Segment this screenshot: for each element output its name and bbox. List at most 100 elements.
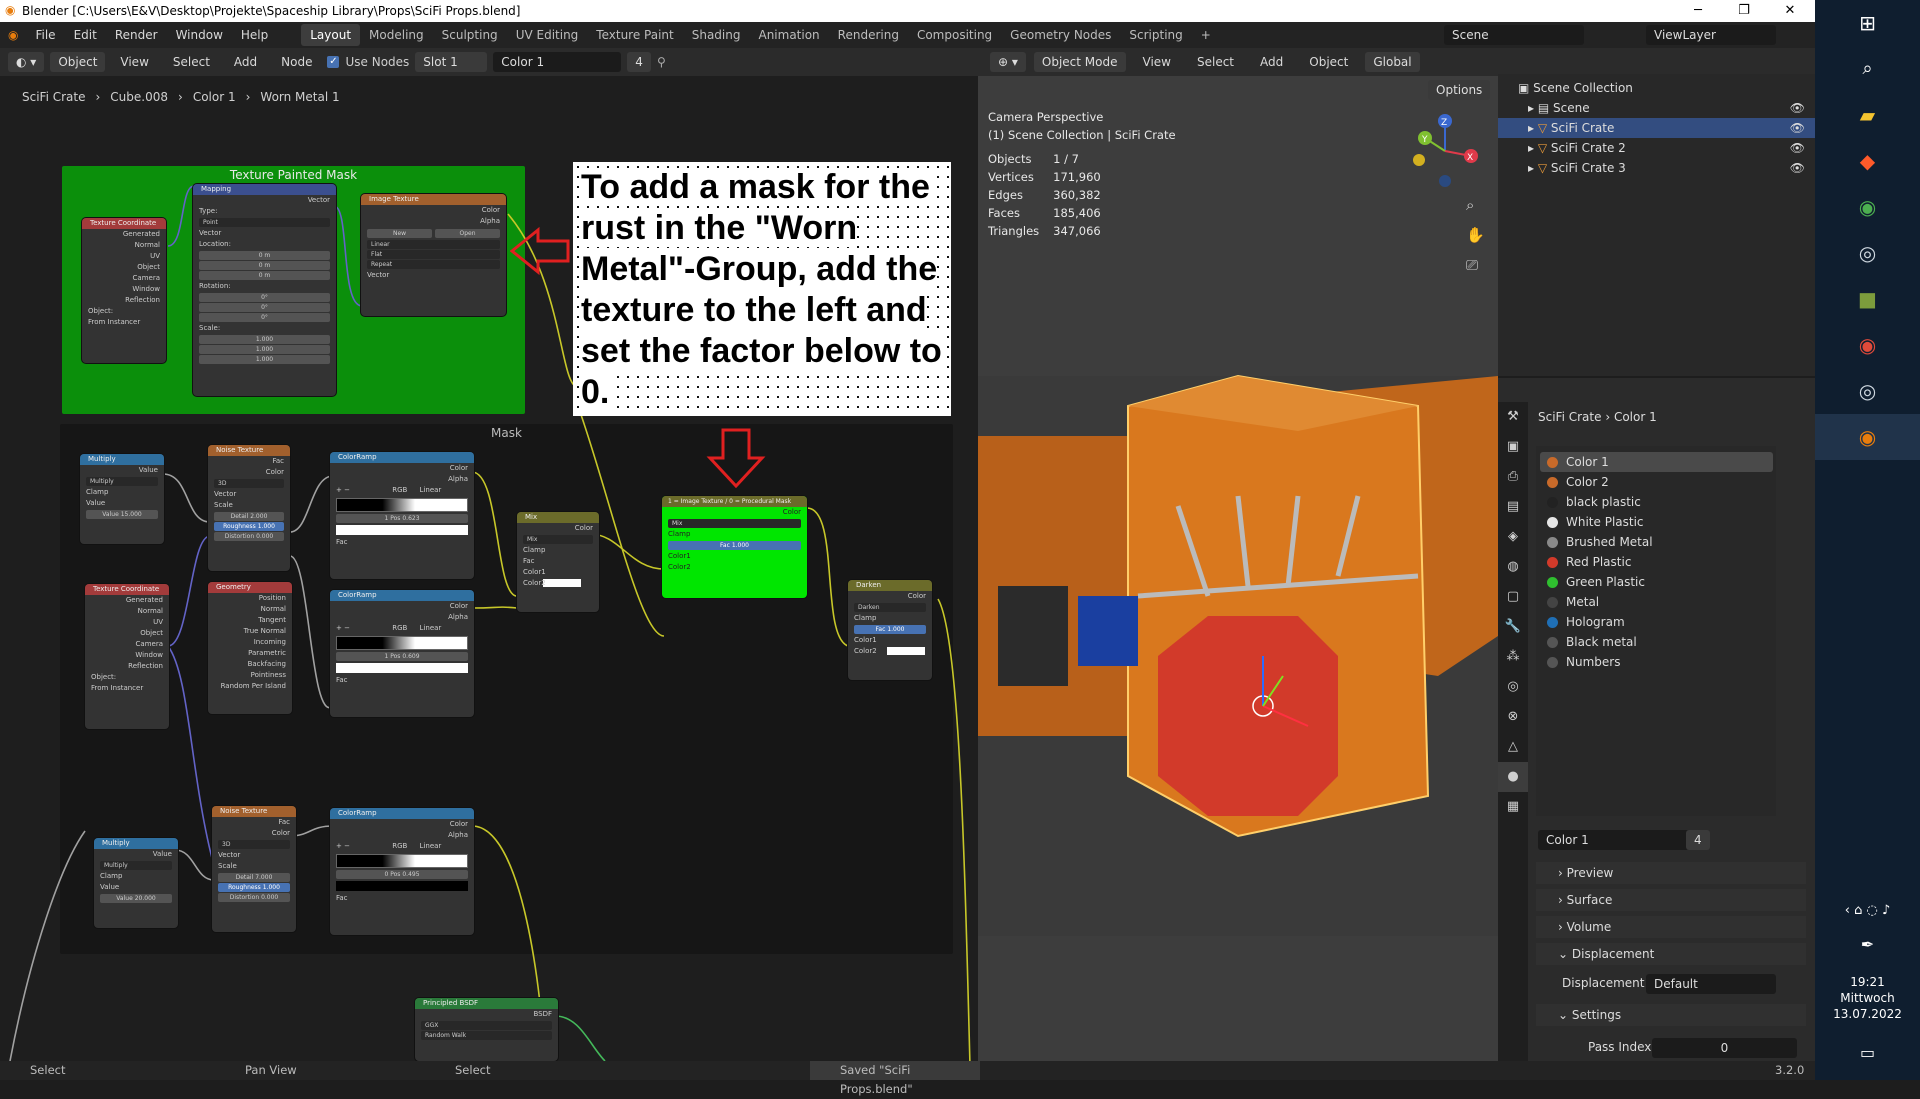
socket-generated[interactable]: Generated bbox=[82, 229, 166, 240]
menu-edit[interactable]: Edit bbox=[65, 28, 106, 42]
node-math-multiply[interactable]: Multiply Value Multiply Clamp Value Valu… bbox=[80, 454, 164, 544]
material-slot[interactable]: Green Plastic bbox=[1540, 572, 1773, 592]
material-tab-icon[interactable]: ● bbox=[1498, 762, 1528, 792]
outliner-row[interactable]: ▸ ▽ SciFi Crate 2 👁 bbox=[1498, 138, 1815, 158]
menu-help[interactable]: Help bbox=[232, 28, 277, 42]
physics-tab-icon[interactable]: ◎ bbox=[1498, 672, 1528, 702]
open-image-button[interactable]: Open bbox=[435, 229, 500, 238]
clamp-checkbox[interactable]: Clamp bbox=[517, 545, 599, 556]
socket-color[interactable]: Color bbox=[212, 828, 296, 839]
node-colorramp[interactable]: ColorRamp Color Alpha + − RGB Linear 0 P… bbox=[330, 808, 474, 935]
stop-position-field[interactable]: 0 Pos 0.495 bbox=[336, 870, 468, 879]
operation-select[interactable]: Multiply bbox=[100, 861, 172, 870]
visibility-eye-icon[interactable]: 👁 bbox=[1790, 158, 1805, 178]
material-slot[interactable]: Hologram bbox=[1540, 612, 1773, 632]
node-noise-texture[interactable]: Noise Texture Fac Color 3D Vector Scale … bbox=[208, 445, 290, 571]
texture-tab-icon[interactable]: ▦ bbox=[1498, 792, 1528, 822]
color-mode-select[interactable]: RGB bbox=[392, 842, 407, 850]
visibility-eye-icon[interactable]: 👁 bbox=[1790, 138, 1805, 158]
material-slot[interactable]: Metal bbox=[1540, 592, 1773, 612]
socket-camera[interactable]: Camera bbox=[82, 273, 166, 284]
outliner-row[interactable]: ▣ Scene Collection bbox=[1498, 78, 1815, 98]
socket-generated[interactable]: Generated bbox=[85, 595, 169, 606]
color-ramp-gradient[interactable] bbox=[336, 854, 468, 868]
blender-taskbar-icon[interactable]: ◉ bbox=[1815, 414, 1920, 460]
menu-file[interactable]: File bbox=[26, 28, 64, 42]
constraints-tab-icon[interactable]: ⊗ bbox=[1498, 702, 1528, 732]
socket-pointiness[interactable]: Pointiness bbox=[208, 670, 292, 681]
panel-preview[interactable]: › Preview bbox=[1536, 862, 1806, 884]
interpolation-select[interactable]: Linear bbox=[420, 486, 442, 494]
steam-icon[interactable]: ◎ bbox=[1815, 230, 1920, 276]
fac-field[interactable]: Fac 1.000 bbox=[854, 625, 926, 634]
socket-color1[interactable]: Color1 bbox=[848, 635, 932, 646]
pen-icon[interactable]: ✒ bbox=[1815, 930, 1920, 960]
expand-icon[interactable]: ▸ bbox=[1528, 161, 1538, 175]
pan-hand-icon[interactable]: ✋ bbox=[1466, 226, 1485, 244]
node-geometry[interactable]: Geometry Position Normal Tangent True No… bbox=[208, 582, 292, 714]
render-tab-icon[interactable]: ▣ bbox=[1498, 432, 1528, 462]
clock[interactable]: 19:21 Mittwoch 13.07.2022 bbox=[1815, 974, 1920, 1022]
socket-color1[interactable]: Color1 bbox=[662, 551, 807, 562]
navigation-gizmo[interactable]: Z X Y bbox=[1405, 106, 1480, 196]
chrome-icon[interactable]: ◉ bbox=[1815, 184, 1920, 230]
clamp-checkbox[interactable]: Clamp bbox=[662, 529, 807, 540]
tab-layout[interactable]: Layout bbox=[301, 24, 361, 46]
rotation-z-field[interactable]: 0° bbox=[199, 313, 330, 322]
socket-uv[interactable]: UV bbox=[85, 617, 169, 628]
blender-menu-icon[interactable]: ◉ bbox=[0, 28, 26, 42]
viewport-menu-object[interactable]: Object bbox=[1300, 55, 1357, 69]
socket-fac[interactable]: Fac bbox=[330, 675, 474, 686]
socket-uv[interactable]: UV bbox=[82, 251, 166, 262]
socket-fac[interactable]: Fac bbox=[330, 537, 474, 548]
close-button[interactable]: ✕ bbox=[1767, 0, 1813, 22]
tab-shading[interactable]: Shading bbox=[683, 24, 750, 46]
outliner[interactable]: ▣ Scene Collection ▸ ▤ Scene 👁 ▸ ▽ SciFi … bbox=[1498, 48, 1815, 376]
socket-fac[interactable]: Fac bbox=[208, 456, 290, 467]
socket-normal[interactable]: Normal bbox=[82, 240, 166, 251]
tab-modeling[interactable]: Modeling bbox=[360, 24, 433, 46]
socket-color-out[interactable]: Color bbox=[848, 591, 932, 602]
scene-tab-icon[interactable]: ◈ bbox=[1498, 522, 1528, 552]
maximize-button[interactable]: ❐ bbox=[1721, 0, 1767, 22]
file-explorer-icon[interactable]: ▰ bbox=[1815, 92, 1920, 138]
transform-orientation-select[interactable]: Global bbox=[1365, 52, 1420, 72]
interpolation-select[interactable]: Linear bbox=[367, 240, 500, 249]
socket-position[interactable]: Position bbox=[208, 593, 292, 604]
socket-tangent[interactable]: Tangent bbox=[208, 615, 292, 626]
viewport-menu-view[interactable]: View bbox=[1134, 55, 1180, 69]
particles-tab-icon[interactable]: ⁂ bbox=[1498, 642, 1528, 672]
zoom-icon[interactable]: ⌕ bbox=[1466, 196, 1474, 214]
tab-rendering[interactable]: Rendering bbox=[829, 24, 908, 46]
socket-color[interactable]: Color bbox=[361, 205, 506, 216]
node-mix[interactable]: Mix Color Mix Clamp Fac Color1 Color2 bbox=[517, 512, 599, 612]
tray-icons[interactable]: ‹ ⌂ ◌ ♪ bbox=[1815, 896, 1920, 926]
panel-surface[interactable]: › Surface bbox=[1536, 889, 1806, 911]
socket-alpha[interactable]: Alpha bbox=[330, 474, 474, 485]
socket-color2[interactable]: Color2 bbox=[848, 646, 932, 657]
subsurface-method-select[interactable]: Random Walk bbox=[421, 1031, 552, 1040]
add-stop-button[interactable]: + bbox=[336, 624, 342, 632]
chrome-canary-icon[interactable]: ◉ bbox=[1815, 322, 1920, 368]
options-button[interactable]: Options bbox=[1428, 80, 1491, 100]
scale-y-field[interactable]: 1.000 bbox=[199, 345, 330, 354]
search-icon[interactable]: ⌕ bbox=[1815, 46, 1920, 92]
socket-vector[interactable]: Vector bbox=[208, 489, 290, 500]
blend-mode-select[interactable]: Mix bbox=[523, 535, 593, 544]
panel-volume[interactable]: › Volume bbox=[1536, 916, 1806, 938]
color-mode-select[interactable]: RGB bbox=[392, 624, 407, 632]
view-layer-selector[interactable]: ViewLayer bbox=[1646, 25, 1776, 45]
camera-icon[interactable]: ⎚ bbox=[1466, 256, 1478, 274]
stop-position-field[interactable]: 1 Pos 0.609 bbox=[336, 652, 468, 661]
color-mode-select[interactable]: RGB bbox=[392, 486, 407, 494]
value-field[interactable]: Value 15.000 bbox=[86, 510, 158, 519]
socket-value-out[interactable]: Value bbox=[94, 849, 178, 860]
color-ramp-gradient[interactable] bbox=[336, 498, 468, 512]
socket-color-out[interactable]: Color bbox=[662, 507, 807, 518]
node-menu-add[interactable]: Add bbox=[225, 55, 266, 69]
socket-color1[interactable]: Color1 bbox=[517, 567, 599, 587]
socket-color[interactable]: Color bbox=[330, 463, 474, 474]
socket-color2[interactable]: Color2 bbox=[662, 562, 807, 573]
material-slot[interactable]: Black metal bbox=[1540, 632, 1773, 652]
outliner-row[interactable]: ▸ ▽ SciFi Crate 3 👁 bbox=[1498, 158, 1815, 178]
